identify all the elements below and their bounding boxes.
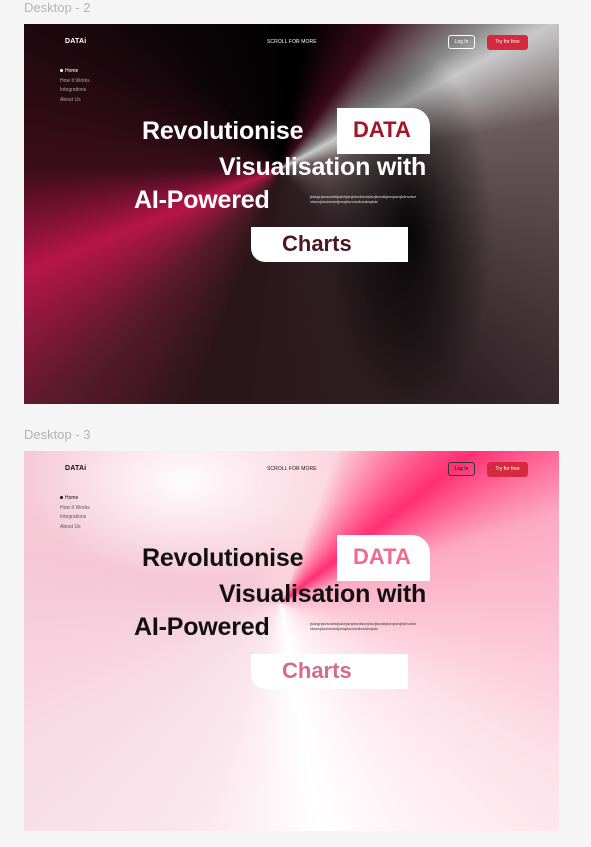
- nav-item-integrations[interactable]: Integrations: [59, 86, 90, 96]
- headline-line-2: Visualisation with: [219, 153, 427, 181]
- nav-item-how-it-works[interactable]: How It Works: [59, 77, 90, 87]
- login-button[interactable]: Log In: [448, 35, 475, 49]
- hero-paragraph: jskegnjsvsndnkjsdcbjsnjdnvdsnejdsvjksndk…: [310, 621, 417, 631]
- logo[interactable]: DATAi: [65, 465, 86, 472]
- nav-item-home[interactable]: Home: [59, 67, 90, 77]
- charts-highlight-box: Charts: [251, 654, 408, 689]
- headline-line-3: AI-Powered: [134, 186, 270, 214]
- headline-line-1: Revolutionise: [142, 117, 304, 145]
- frame-desktop-3: DATAi SCROLL FOR MORE Log In Try for fre…: [24, 451, 559, 831]
- charts-highlight-box: Charts: [251, 227, 408, 262]
- frame-label-desktop-3[interactable]: Desktop - 3: [24, 427, 90, 442]
- scroll-hint: SCROLL FOR MORE: [267, 466, 317, 472]
- nav-label: Home: [65, 495, 79, 501]
- data-word: DATA: [353, 117, 411, 142]
- data-word: DATA: [353, 544, 411, 569]
- scroll-hint: SCROLL FOR MORE: [267, 39, 317, 45]
- nav-item-how-it-works[interactable]: How It Works: [59, 504, 90, 514]
- frame-label-desktop-2[interactable]: Desktop - 2: [24, 0, 90, 15]
- data-highlight-box: DATA: [337, 535, 430, 581]
- try-for-free-button[interactable]: Try for free: [487, 35, 528, 50]
- login-button[interactable]: Log In: [448, 462, 475, 476]
- nav-item-home[interactable]: Home: [59, 494, 90, 504]
- charts-word: Charts: [282, 658, 352, 683]
- nav-item-integrations[interactable]: Integrations: [59, 513, 90, 523]
- active-dot-icon: [60, 69, 63, 73]
- hero-paragraph: jskegnjsvsndnkjsdcbjsnjdnvdsnejdsvjksndk…: [310, 194, 417, 204]
- side-nav: Home How It Works Integrations About Us: [59, 494, 90, 532]
- try-for-free-button[interactable]: Try for free: [487, 462, 528, 477]
- active-dot-icon: [60, 496, 63, 500]
- headline-line-3: AI-Powered: [134, 613, 270, 641]
- charts-word: Charts: [282, 231, 352, 256]
- nav-item-about-us[interactable]: About Us: [59, 523, 90, 533]
- frame-desktop-2: DATAi SCROLL FOR MORE Log In Try for fre…: [24, 24, 559, 404]
- headline-line-1: Revolutionise: [142, 544, 304, 572]
- headline-line-2: Visualisation with: [219, 580, 427, 608]
- nav-item-about-us[interactable]: About Us: [59, 96, 90, 106]
- side-nav: Home How It Works Integrations About Us: [59, 67, 90, 105]
- logo[interactable]: DATAi: [65, 38, 86, 45]
- nav-label: Home: [65, 68, 79, 74]
- data-highlight-box: DATA: [337, 108, 430, 154]
